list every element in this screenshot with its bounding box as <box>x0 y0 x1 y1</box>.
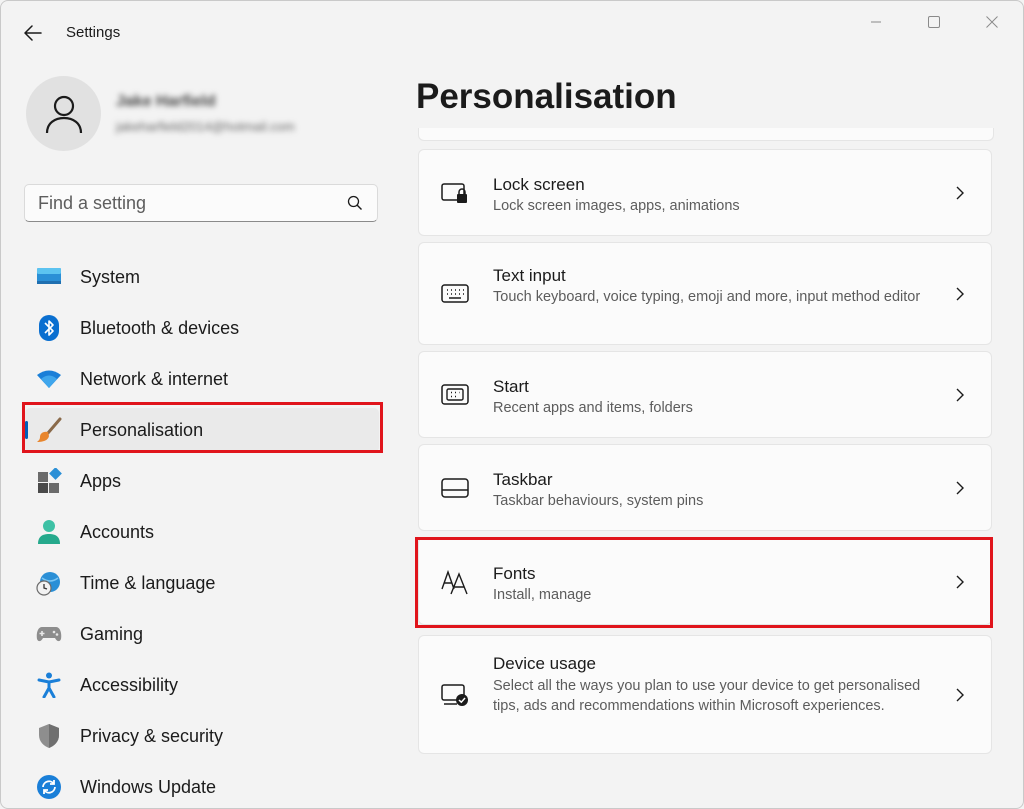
system-icon <box>36 264 62 290</box>
sidebar-item-label: Gaming <box>80 624 144 644</box>
card-text-input[interactable]: Text input Touch keyboard, voice typing,… <box>418 242 992 345</box>
sidebar-item-label: Network & internet <box>80 369 229 389</box>
chevron-right-icon <box>953 185 967 201</box>
accounts-icon <box>36 519 62 545</box>
settings-window: Settings Jake Harfield jakeharfield2014@… <box>0 0 1024 809</box>
sidebar-item-accessibility[interactable]: Accessibility <box>25 663 379 707</box>
minimize-button[interactable] <box>848 5 904 39</box>
sidebar-item-label: Windows Update <box>80 777 217 797</box>
card-title: Taskbar <box>493 470 553 489</box>
search-box[interactable] <box>24 184 378 222</box>
sidebar-item-privacy[interactable]: Privacy & security <box>25 714 379 758</box>
clock-globe-icon <box>36 570 62 596</box>
card-partial-top <box>418 128 994 141</box>
apps-icon <box>36 468 62 494</box>
card-title: Lock screen <box>493 175 585 194</box>
chevron-right-icon <box>953 480 967 496</box>
sidebar-item-label: Accessibility <box>80 675 179 695</box>
card-title: Device usage <box>493 654 597 673</box>
back-arrow-icon <box>24 25 42 41</box>
sidebar-item-label: System <box>80 267 141 287</box>
close-button[interactable] <box>964 5 1020 39</box>
sidebar-item-system[interactable]: System <box>25 255 379 299</box>
maximize-icon <box>928 16 940 28</box>
maximize-button[interactable] <box>906 5 962 39</box>
card-description: Touch keyboard, voice typing, emoji and … <box>493 289 921 305</box>
search-input[interactable] <box>38 192 338 214</box>
user-icon <box>45 95 82 133</box>
page-title: Personalisation <box>416 77 677 116</box>
device-usage-icon <box>441 681 469 709</box>
search-icon[interactable] <box>347 195 363 211</box>
profile-name: Jake Harfield <box>116 93 216 110</box>
minimize-icon <box>871 21 881 23</box>
highlight-box-fonts <box>415 537 993 628</box>
chevron-right-icon <box>953 387 967 403</box>
lock-screen-icon <box>441 179 469 207</box>
chevron-right-icon <box>953 687 967 703</box>
sidebar-item-windows-update[interactable]: Windows Update <box>25 765 379 808</box>
card-lock-screen[interactable]: Lock screen Lock screen images, apps, an… <box>418 149 992 236</box>
avatar[interactable] <box>26 76 101 151</box>
taskbar-icon <box>441 474 469 502</box>
title-bar: Settings <box>1 1 1023 61</box>
sidebar-item-label: Apps <box>80 471 122 491</box>
card-start[interactable]: Start Recent apps and items, folders <box>418 351 992 438</box>
wifi-icon <box>36 366 62 392</box>
card-title: Text input <box>493 266 566 285</box>
card-description: Lock screen images, apps, animations <box>493 198 740 214</box>
sidebar-item-label: Accounts <box>80 522 155 542</box>
gamepad-icon <box>36 621 62 647</box>
sidebar-item-label: Bluetooth & devices <box>80 318 240 338</box>
sidebar-item-time-language[interactable]: Time & language <box>25 561 379 605</box>
sidebar-item-gaming[interactable]: Gaming <box>25 612 379 656</box>
bluetooth-icon <box>36 315 62 341</box>
card-description: Taskbar behaviours, system pins <box>493 493 704 509</box>
sidebar-item-apps[interactable]: Apps <box>25 459 379 503</box>
sidebar-item-accounts[interactable]: Accounts <box>25 510 379 554</box>
accessibility-icon <box>36 672 62 698</box>
card-description: Select all the ways you plan to use your… <box>493 678 921 714</box>
chevron-right-icon <box>953 286 967 302</box>
update-icon <box>36 774 62 800</box>
start-icon <box>441 381 469 409</box>
card-title: Start <box>493 377 529 396</box>
highlight-box-personalisation <box>22 402 383 453</box>
back-button[interactable] <box>15 17 51 49</box>
keyboard-icon <box>441 280 469 308</box>
sidebar-item-label: Privacy & security <box>80 726 224 746</box>
profile-email: jakeharfield2014@hotmail.com <box>116 119 295 134</box>
card-description: Recent apps and items, folders <box>493 400 693 416</box>
window-title: Settings <box>66 24 121 41</box>
shield-icon <box>36 723 62 749</box>
close-icon <box>986 16 998 28</box>
sidebar-item-network[interactable]: Network & internet <box>25 357 379 401</box>
sidebar-item-bluetooth[interactable]: Bluetooth & devices <box>25 306 379 350</box>
card-taskbar[interactable]: Taskbar Taskbar behaviours, system pins <box>418 444 992 531</box>
card-device-usage[interactable]: Device usage Select all the ways you pla… <box>418 635 992 754</box>
sidebar-item-label: Time & language <box>80 573 216 593</box>
